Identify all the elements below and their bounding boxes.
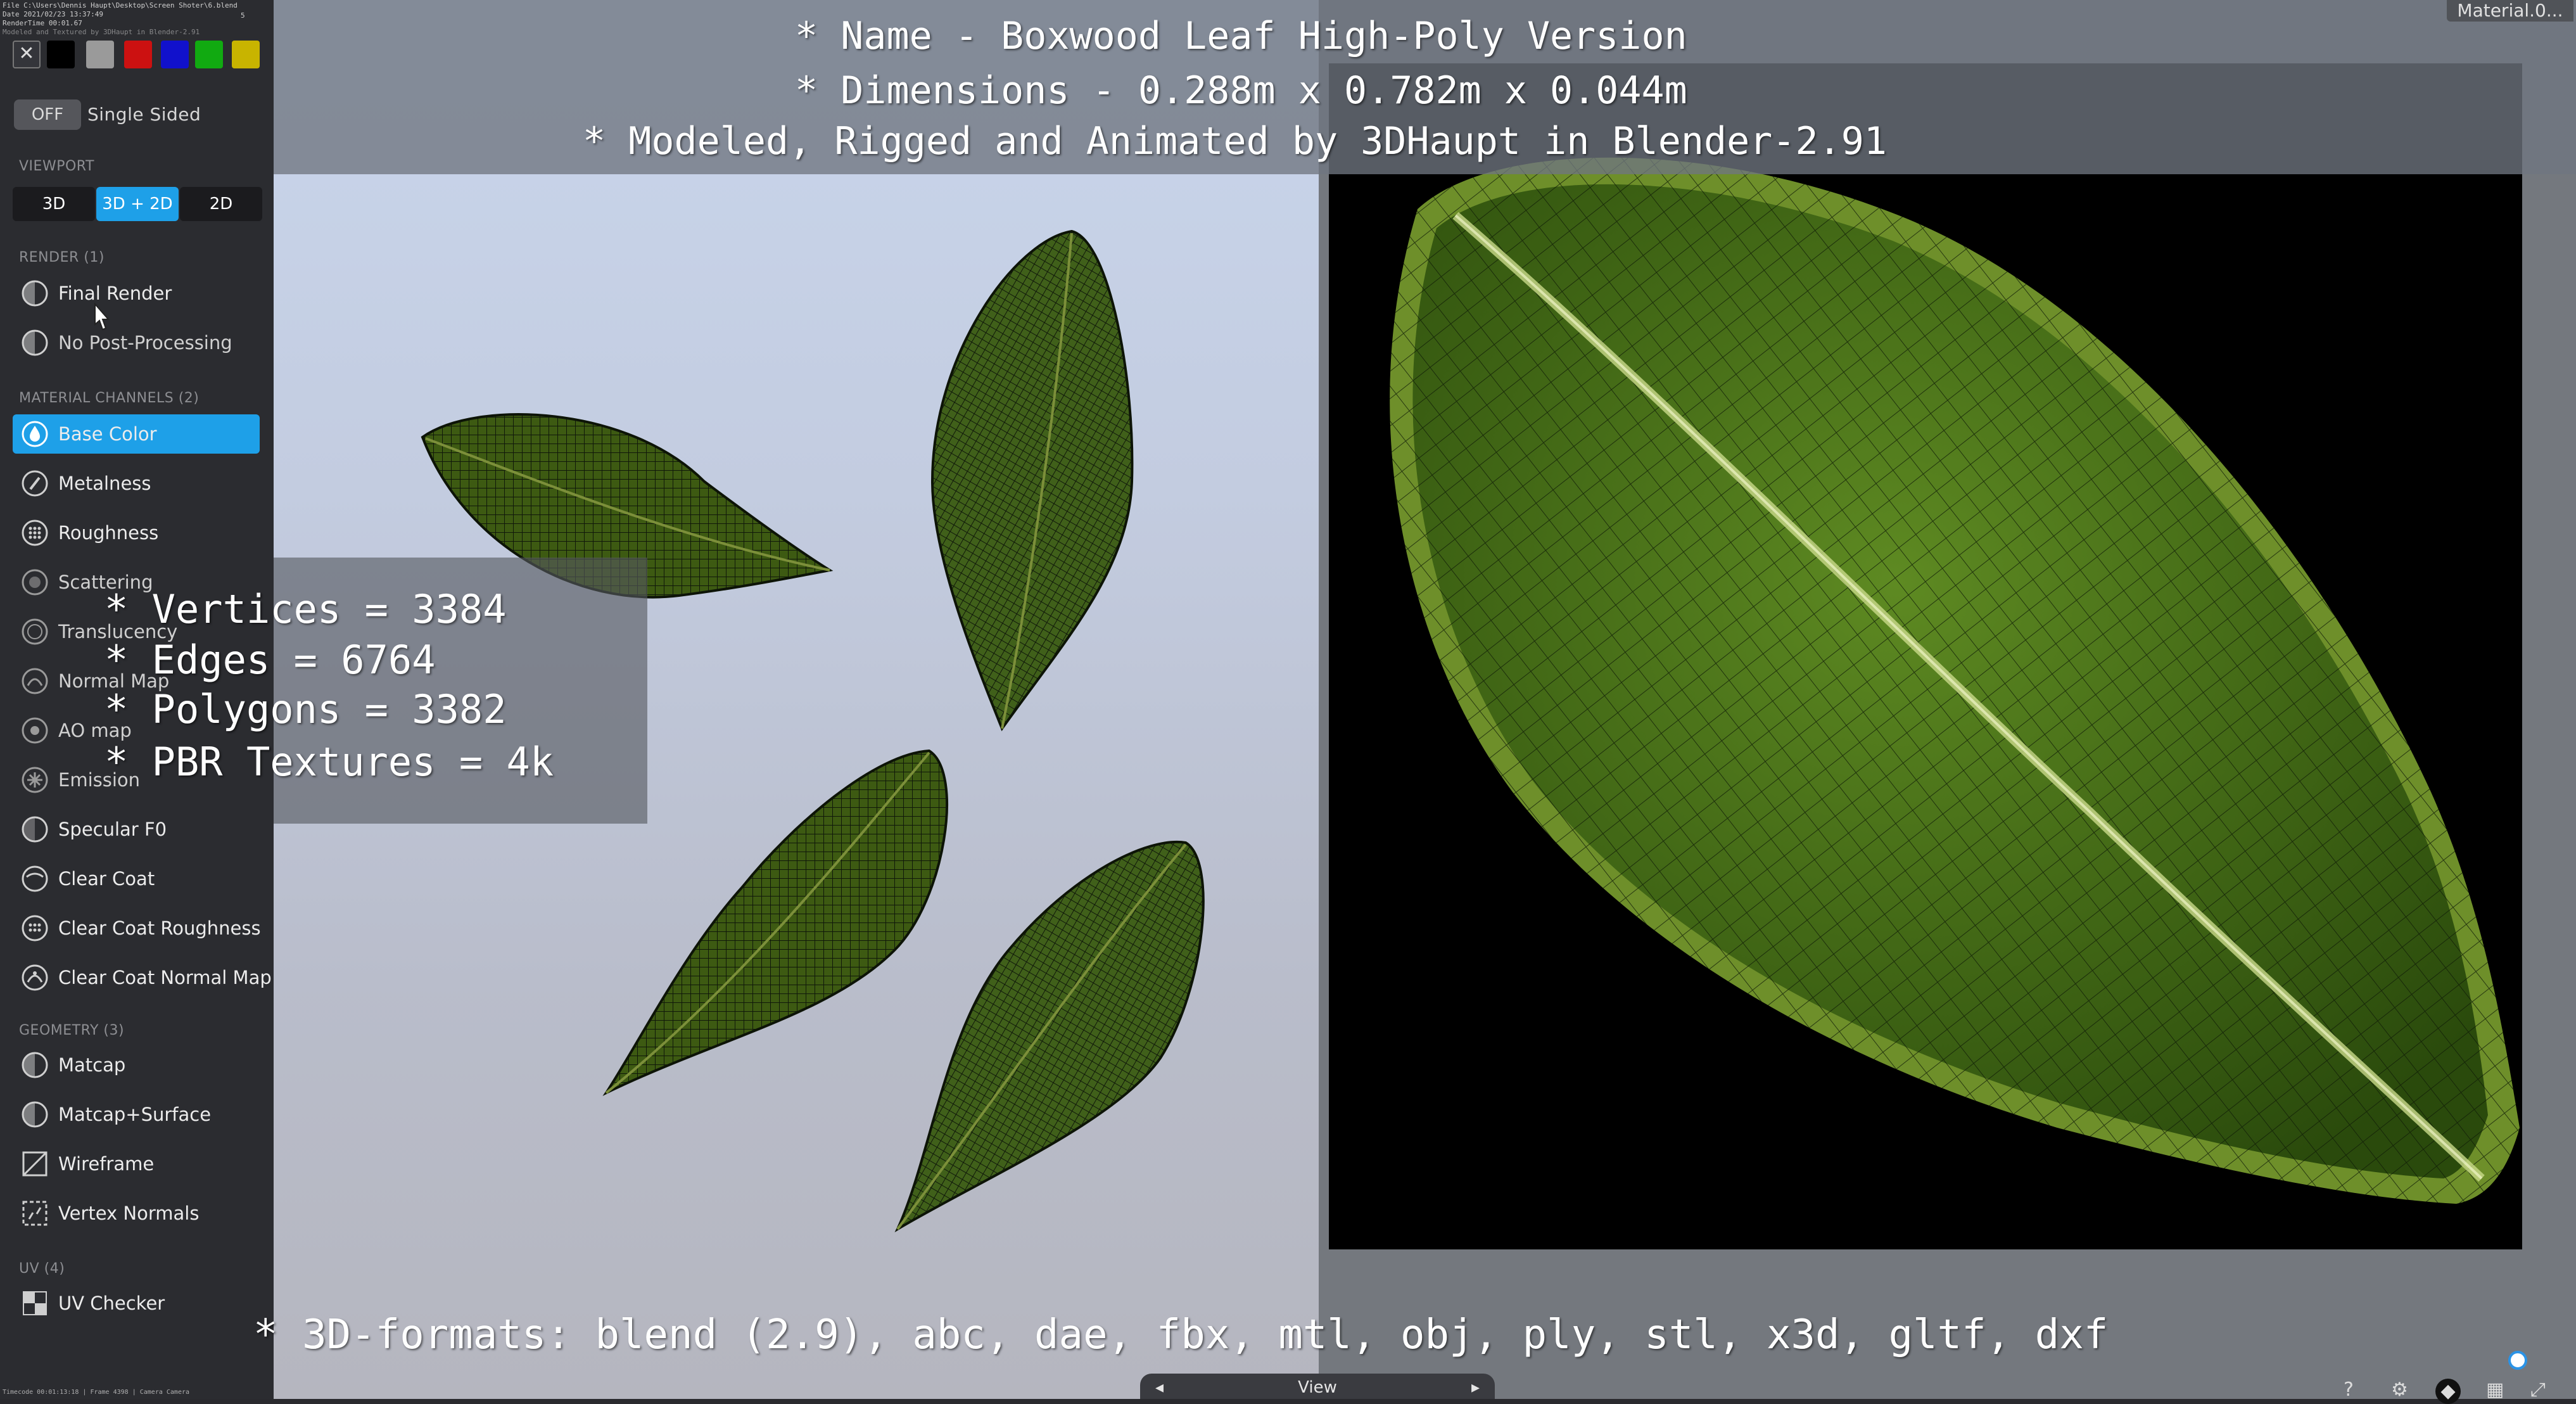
- meta-corner: 5: [241, 11, 245, 20]
- gear-icon[interactable]: ⚙: [2391, 1379, 2408, 1401]
- clear-coat-normal-icon: [19, 962, 51, 993]
- stat-polygons: * Polygons = 3382: [105, 686, 507, 732]
- normal-map-icon: [19, 665, 51, 697]
- render-item-final-render[interactable]: Final Render: [13, 274, 260, 313]
- render-item-no-post[interactable]: No Post-Processing: [13, 323, 260, 362]
- viewport-3d-button[interactable]: 3D: [13, 187, 95, 221]
- ao-icon: [19, 715, 51, 746]
- geometry-label: Matcap+Surface: [58, 1104, 212, 1125]
- title-dimensions: * Dimensions - 0.288m x 0.782m x 0.044m: [795, 68, 1687, 113]
- swatch-gray[interactable]: [86, 41, 114, 68]
- channel-clear-coat-normal-map[interactable]: Clear Coat Normal Map: [13, 958, 272, 997]
- geometry-wireframe[interactable]: Wireframe: [13, 1144, 260, 1184]
- grid-icon[interactable]: ▦: [2486, 1379, 2504, 1401]
- channel-clear-coat-roughness[interactable]: Clear Coat Roughness: [13, 909, 261, 948]
- translucency-icon: [19, 616, 51, 648]
- swatch-green[interactable]: [195, 41, 223, 68]
- layers-icon[interactable]: ◆: [2435, 1379, 2461, 1404]
- geometry-label: Vertex Normals: [58, 1203, 200, 1224]
- matcap-icon: [19, 1049, 51, 1081]
- single-sided-toggle[interactable]: OFF: [14, 99, 81, 130]
- channel-base-color[interactable]: Base Color: [13, 414, 260, 454]
- timeline-handle[interactable]: [2508, 1351, 2527, 1370]
- meta-file: File C:\Users\Dennis Haupt\Desktop\Scree…: [3, 1, 238, 10]
- title-credit: * Modeled, Rigged and Animated by 3DHaup…: [583, 119, 1888, 163]
- leaf-model-3: [602, 749, 949, 1096]
- scattering-icon: [19, 566, 51, 598]
- chevron-right-icon[interactable]: ▸: [1471, 1374, 1480, 1401]
- channel-label: Metalness: [58, 473, 151, 494]
- meta-date: Date 2021/02/23 13:37:49: [3, 10, 103, 18]
- uv-checker[interactable]: UV Checker: [13, 1284, 260, 1323]
- viewport-header: VIEWPORT: [19, 158, 94, 174]
- viewport-3d2d-button[interactable]: 3D + 2D: [96, 187, 179, 221]
- clear-coat-roughness-icon: [19, 912, 51, 944]
- uv-label: UV Checker: [58, 1292, 165, 1314]
- mouse-cursor-icon: [94, 303, 110, 331]
- leaf-texture: [1390, 157, 2520, 1204]
- channel-label: Clear Coat Roughness: [58, 917, 261, 939]
- channel-label: Roughness: [58, 522, 159, 544]
- material-header: MATERIAL CHANNELS (2): [19, 390, 200, 406]
- render-item-label: Final Render: [58, 283, 172, 304]
- drop-icon: [19, 418, 51, 450]
- fullscreen-icon[interactable]: ⤢: [2530, 1379, 2546, 1401]
- timeline-track[interactable]: [274, 1360, 2528, 1361]
- channel-label: Specular F0: [58, 819, 167, 840]
- vertex-normals-icon: [19, 1197, 51, 1229]
- channel-clear-coat[interactable]: Clear Coat: [13, 859, 260, 898]
- half-circle-icon: [19, 278, 51, 309]
- viewport-2d-button[interactable]: 2D: [180, 187, 262, 221]
- stat-edges: * Edges = 6764: [105, 637, 436, 683]
- roughness-icon: [19, 517, 51, 549]
- channel-label: Base Color: [58, 423, 157, 445]
- leaf-model-4: [894, 841, 1205, 1232]
- bottom-meta: Timecode 00:01:13:18 | Frame 4398 | Came…: [3, 1389, 190, 1396]
- geometry-matcap[interactable]: Matcap: [13, 1045, 260, 1085]
- stat-textures: * PBR Textures = 4k: [105, 739, 554, 785]
- view-tab[interactable]: ◂ View ▸: [1140, 1374, 1495, 1399]
- uv-texture-canvas[interactable]: [1329, 63, 2522, 1249]
- meta-rendertime: RenderTime 00:01.67: [3, 19, 82, 27]
- channel-metalness[interactable]: Metalness: [13, 464, 260, 503]
- swatch-red[interactable]: [124, 41, 152, 68]
- checker-icon: [19, 1287, 51, 1319]
- specular-icon: [19, 814, 51, 845]
- channel-roughness[interactable]: Roughness: [13, 513, 260, 552]
- metal-icon: [19, 468, 51, 499]
- uv-header: UV (4): [19, 1261, 65, 1277]
- formats-line: * 3D-formats: blend (2.9), abc, dae, fbx…: [253, 1311, 2109, 1358]
- swatch-close[interactable]: ✕: [13, 41, 41, 68]
- geometry-vertex-normals[interactable]: Vertex Normals: [13, 1194, 260, 1233]
- channel-label: Clear Coat: [58, 868, 155, 890]
- clear-coat-icon: [19, 863, 51, 895]
- channel-specular-f0[interactable]: Specular F0: [13, 810, 260, 849]
- view-tab-label: View: [1298, 1378, 1337, 1397]
- wireframe-icon: [19, 1148, 51, 1180]
- emission-icon: [19, 764, 51, 796]
- stat-vertices: * Vertices = 3384: [105, 586, 507, 632]
- matcap-surface-icon: [19, 1099, 51, 1130]
- meta-credit: Modeled and Textured by 3DHaupt in Blend…: [3, 28, 200, 36]
- swatch-blue[interactable]: [161, 41, 189, 68]
- material-label[interactable]: Material.0...: [2447, 0, 2573, 22]
- geometry-header: GEOMETRY (3): [19, 1023, 125, 1038]
- half-circle-icon: [19, 327, 51, 359]
- swatch-black[interactable]: [47, 41, 75, 68]
- chevron-left-icon[interactable]: ◂: [1155, 1374, 1164, 1401]
- leaf-model-2: [930, 229, 1134, 732]
- swatch-yellow[interactable]: [232, 41, 260, 68]
- geometry-label: Matcap: [58, 1054, 126, 1076]
- render-item-label: No Post-Processing: [58, 332, 232, 354]
- channel-label: Clear Coat Normal Map: [58, 967, 272, 988]
- title-name: * Name - Boxwood Leaf High-Poly Version: [795, 14, 1687, 58]
- geometry-label: Wireframe: [58, 1153, 155, 1175]
- geometry-matcap-surface[interactable]: Matcap+Surface: [13, 1095, 260, 1134]
- single-sided-label: Single Sided: [87, 104, 201, 125]
- help-icon[interactable]: ?: [2344, 1379, 2354, 1401]
- render-header: RENDER (1): [19, 250, 105, 265]
